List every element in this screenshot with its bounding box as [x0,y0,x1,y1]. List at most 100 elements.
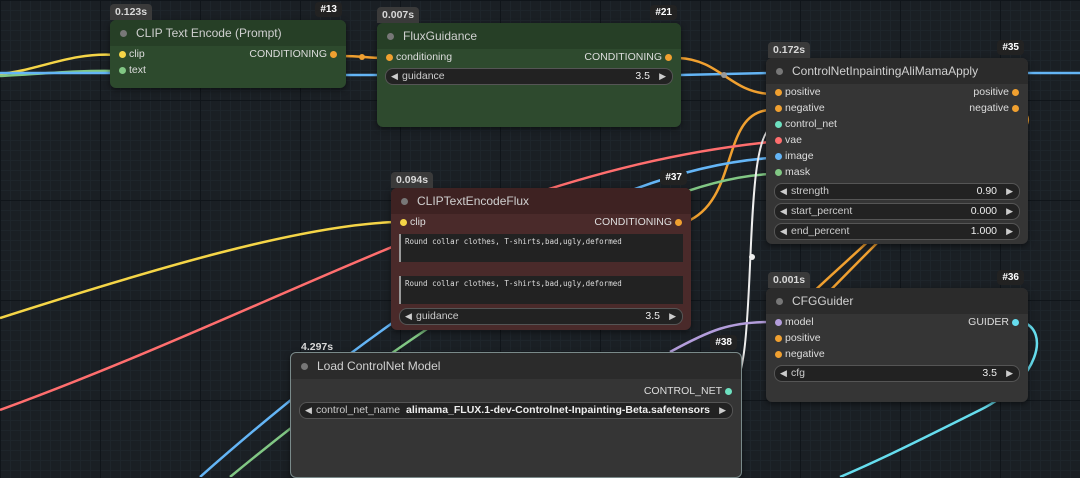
input-slot-model[interactable]: model [772,314,814,330]
input-slot-mask[interactable]: mask [772,164,810,180]
widget-label: control_net_name [316,404,401,416]
widget-label: cfg [791,367,806,379]
node-flux-guidance[interactable]: #21 FluxGuidance conditioning CONDITIONI… [377,5,681,127]
collapse-dot-icon[interactable] [301,363,308,370]
slot-row: vae [766,132,1028,148]
node-cfg-guider[interactable]: #36 CFGGuider model GUIDER positive nega… [766,270,1028,402]
slot-row: clip CONDITIONING [110,46,346,62]
node-clip-text-encode[interactable]: #13 CLIP Text Encode (Prompt) clip CONDI… [110,2,346,88]
slot-row: positive [766,330,1028,346]
node-title-bar[interactable]: ControlNetInpaintingAliMamaApply [766,58,1028,84]
timing-label-13: 0.123s [110,4,153,20]
widget-value: alimama_FLUX.1-dev-Controlnet-Inpainting… [406,404,710,416]
input-slot-clip[interactable]: clip [397,214,426,230]
input-slot-control-net[interactable]: control_net [772,116,837,132]
node-title-bar[interactable]: Load ControlNet Model [291,353,741,379]
increment-arrow-icon[interactable]: ▶ [1006,184,1013,199]
guidance-number-widget[interactable]: ◀ guidance 3.5 ▶ [399,308,683,325]
collapse-dot-icon[interactable] [120,30,127,37]
node-title: CFGGuider [792,294,854,308]
node-title-bar[interactable]: CLIPTextEncodeFlux [391,188,691,214]
start-percent-number-widget[interactable]: ◀ start_percent 0.000 ▶ [774,203,1020,220]
decrement-arrow-icon[interactable]: ◀ [405,309,412,324]
widget-label: start_percent [791,205,853,217]
decrement-arrow-icon[interactable]: ◀ [780,366,787,381]
widget-value: 3.5 [982,367,997,379]
input-slot-negative[interactable]: negative [772,100,825,116]
node-title-bar[interactable]: CLIP Text Encode (Prompt) [110,20,346,46]
input-slot-positive[interactable]: positive [772,330,821,346]
control-net-name-combo[interactable]: ◀ control_net_name alimama_FLUX.1-dev-Co… [299,402,733,419]
increment-arrow-icon[interactable]: ▶ [1006,366,1013,381]
node-load-controlnet-model[interactable]: #38 Load ControlNet Model CONTROL_NET ◀ … [290,335,742,478]
decrement-arrow-icon[interactable]: ◀ [391,69,398,84]
slot-row: conditioning CONDITIONING [377,49,681,65]
timing-label-37: 0.094s [391,172,434,188]
slot-row: image [766,148,1028,164]
node-id-badge-38: #38 [710,335,737,350]
node-id-badge-21: #21 [650,5,677,20]
end-percent-number-widget[interactable]: ◀ end_percent 1.000 ▶ [774,223,1020,240]
input-slot-vae[interactable]: vae [772,132,802,148]
input-slot-clip[interactable]: clip [116,46,145,62]
node-title: CLIPTextEncodeFlux [417,194,530,208]
widget-label: guidance [402,70,445,82]
input-slot-image[interactable]: image [772,148,814,164]
increment-arrow-icon[interactable]: ▶ [669,309,676,324]
node-controlnet-inpainting-apply[interactable]: #35 ControlNetInpaintingAliMamaApply pos… [766,40,1028,244]
collapse-dot-icon[interactable] [776,298,783,305]
widget-value: 1.000 [970,225,997,237]
widget-value: 0.000 [970,205,997,217]
slot-row: CONTROL_NET [291,383,741,399]
node-id-badge-37: #37 [660,170,687,185]
input-slot-text[interactable]: text [116,62,146,78]
collapse-dot-icon[interactable] [776,68,783,75]
slot-row: clip CONDITIONING [391,214,691,230]
clip-l-prompt-textarea[interactable]: Round collar clothes, T-shirts,bad,ugly,… [399,234,683,262]
node-id-badge-36: #36 [997,270,1024,285]
slot-row: model GUIDER [766,314,1028,330]
output-slot-conditioning[interactable]: CONDITIONING [584,49,675,65]
output-slot-guider[interactable]: GUIDER [968,314,1022,330]
slot-row: negative negative [766,100,1028,116]
widget-value: 0.90 [976,185,997,197]
widget-label: guidance [416,310,459,322]
previous-arrow-icon[interactable]: ◀ [305,403,312,418]
slot-row: text [110,62,346,78]
node-title-bar[interactable]: CFGGuider [766,288,1028,314]
strength-number-widget[interactable]: ◀ strength 0.90 ▶ [774,183,1020,200]
increment-arrow-icon[interactable]: ▶ [659,69,666,84]
decrement-arrow-icon[interactable]: ◀ [780,184,787,199]
collapse-dot-icon[interactable] [387,33,394,40]
decrement-arrow-icon[interactable]: ◀ [780,224,787,239]
output-slot-conditioning[interactable]: CONDITIONING [249,46,340,62]
slot-row: control_net [766,116,1028,132]
next-arrow-icon[interactable]: ▶ [719,403,726,418]
decrement-arrow-icon[interactable]: ◀ [780,204,787,219]
node-title: CLIP Text Encode (Prompt) [136,26,282,40]
node-id-badge-35: #35 [997,40,1024,55]
timing-label-38: 4.297s [301,341,334,353]
increment-arrow-icon[interactable]: ▶ [1006,224,1013,239]
timing-label-21: 0.007s [377,7,420,23]
node-title: FluxGuidance [403,29,478,43]
t5xxl-prompt-textarea[interactable]: Round collar clothes, T-shirts,bad,ugly,… [399,276,683,304]
input-slot-negative[interactable]: negative [772,346,825,362]
increment-arrow-icon[interactable]: ▶ [1006,204,1013,219]
node-title: Load ControlNet Model [317,359,441,373]
output-slot-positive[interactable]: positive [973,84,1022,100]
node-title: ControlNetInpaintingAliMamaApply [792,64,979,78]
input-slot-conditioning[interactable]: conditioning [383,49,452,65]
output-slot-conditioning[interactable]: CONDITIONING [594,214,685,230]
cfg-number-widget[interactable]: ◀ cfg 3.5 ▶ [774,365,1020,382]
widget-label: end_percent [791,225,850,237]
guidance-number-widget[interactable]: ◀ guidance 3.5 ▶ [385,68,673,85]
slot-row: negative [766,346,1028,362]
node-title-bar[interactable]: FluxGuidance [377,23,681,49]
input-slot-positive[interactable]: positive [772,84,821,100]
output-slot-negative[interactable]: negative [969,100,1022,116]
slot-row: mask [766,164,1028,180]
collapse-dot-icon[interactable] [401,198,408,205]
node-clip-text-encode-flux[interactable]: #37 CLIPTextEncodeFlux clip CONDITIONING… [391,170,691,330]
output-slot-control-net[interactable]: CONTROL_NET [644,383,735,399]
